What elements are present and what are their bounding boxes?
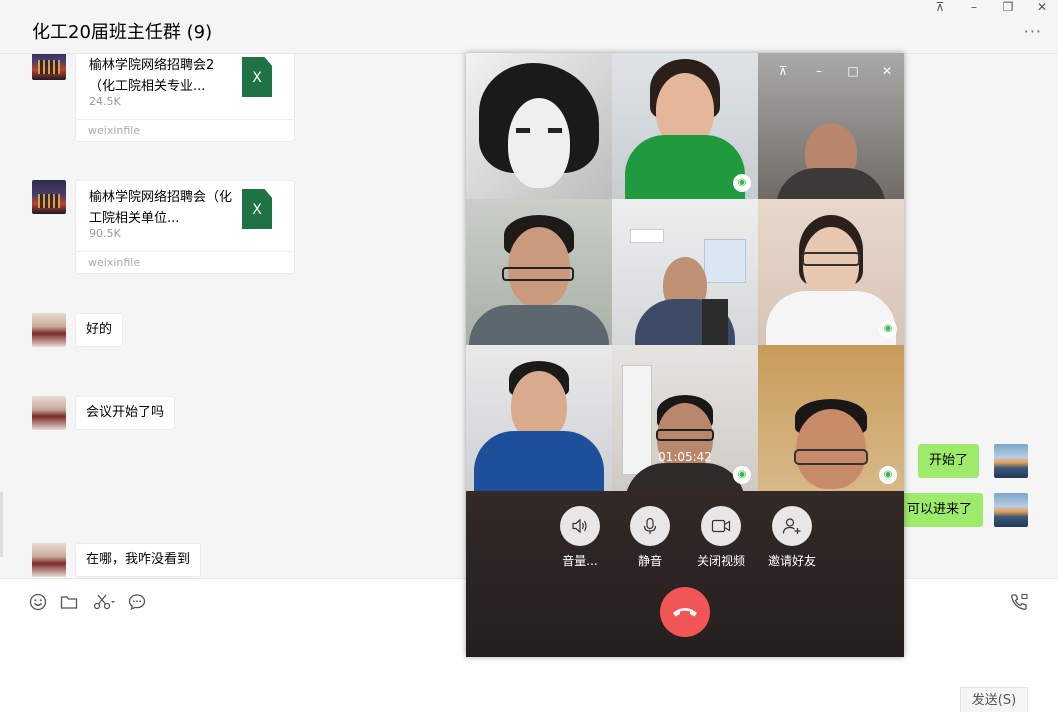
speaker-icon: [560, 506, 600, 546]
avatar[interactable]: [32, 543, 66, 577]
chat-header: 化工20届班主任群 (9) ⊼ – ❐ ✕ ···: [0, 0, 1058, 54]
folder-icon[interactable]: [59, 593, 79, 613]
pin-icon[interactable]: ⊼: [772, 64, 794, 78]
camera-off-button[interactable]: 关闭视频: [691, 506, 751, 569]
self-avatar[interactable]: [994, 493, 1028, 527]
speaking-indicator-icon: ◉: [879, 466, 897, 484]
volume-button[interactable]: 音量...: [550, 506, 610, 569]
emoji-icon[interactable]: [28, 593, 48, 613]
text-message[interactable]: 在哪，我咋没看到: [75, 543, 202, 577]
avatar[interactable]: [32, 54, 66, 80]
participant-video[interactable]: ◉: [612, 53, 758, 199]
avatar[interactable]: [32, 180, 66, 214]
file-message[interactable]: 榆林学院网络招聘会2（化工院相关专业... 24.5K X weixinfile: [75, 54, 295, 142]
file-name: 榆林学院网络招聘会（化工院相关单位...: [89, 190, 233, 226]
close-icon[interactable]: ✕: [1028, 0, 1056, 14]
avatar[interactable]: [32, 313, 66, 347]
file-size: 90.5K: [89, 227, 121, 240]
more-options-icon[interactable]: ···: [1024, 22, 1042, 41]
video-grid: ◉ ⊼ – □ ✕ ◉ ◉ ◉: [466, 53, 904, 491]
maximize-icon[interactable]: □: [842, 64, 864, 78]
participant-video[interactable]: [612, 199, 758, 345]
scrollbar[interactable]: [0, 492, 3, 557]
microphone-icon: [630, 506, 670, 546]
file-size: 24.5K: [89, 95, 121, 108]
volume-label: 音量...: [562, 554, 598, 568]
self-avatar[interactable]: [994, 444, 1028, 478]
avatar[interactable]: [32, 396, 66, 430]
self-text-message[interactable]: 开始了: [918, 444, 980, 478]
participant-video[interactable]: [466, 53, 612, 199]
participant-video[interactable]: ◉: [612, 345, 758, 491]
scissors-icon[interactable]: [92, 593, 118, 613]
mute-button[interactable]: 静音: [620, 506, 680, 569]
video-call-window[interactable]: ◉ ⊼ – □ ✕ ◉ ◉ ◉ 01:05:42 音量... 静音 关闭视频 邀…: [466, 53, 904, 657]
text-message[interactable]: 会议开始了吗: [75, 396, 176, 430]
hang-up-icon: [673, 608, 697, 617]
participant-video[interactable]: [466, 199, 612, 345]
chat-history-icon[interactable]: [127, 593, 147, 613]
invite-button[interactable]: 邀请好友: [762, 506, 822, 569]
invite-label: 邀请好友: [767, 554, 816, 568]
excel-file-icon: X: [242, 189, 272, 229]
participant-video[interactable]: [466, 345, 612, 491]
hang-up-button[interactable]: [660, 587, 710, 637]
restore-icon[interactable]: ❐: [994, 0, 1022, 14]
file-message[interactable]: 榆林学院网络招聘会（化工院相关单位... 90.5K X weixinfile: [75, 180, 295, 274]
mute-label: 静音: [637, 554, 662, 568]
close-icon[interactable]: ✕: [876, 64, 898, 78]
excel-file-icon: X: [242, 57, 272, 97]
participant-video[interactable]: ⊼ – □ ✕: [758, 53, 904, 199]
camera-off-label: 关闭视频: [696, 554, 745, 568]
text-message[interactable]: 好的: [75, 313, 124, 347]
self-text-message[interactable]: 可以进来了: [896, 493, 984, 527]
minimize-icon[interactable]: –: [960, 0, 988, 14]
speaking-indicator-icon: ◉: [733, 466, 751, 484]
speaking-indicator-icon: ◉: [879, 320, 897, 338]
file-name: 榆林学院网络招聘会2（化工院相关专业...: [89, 58, 215, 94]
camera-icon: [701, 506, 741, 546]
add-user-icon: [772, 506, 812, 546]
call-timer: 01:05:42: [658, 450, 712, 464]
call-icon[interactable]: [1010, 593, 1030, 613]
minimize-icon[interactable]: –: [808, 64, 830, 78]
speaking-indicator-icon: ◉: [733, 174, 751, 192]
file-source: weixinfile: [76, 119, 294, 141]
send-button[interactable]: 发送(S): [960, 687, 1028, 712]
participant-video[interactable]: ◉: [758, 199, 904, 345]
file-source: weixinfile: [76, 251, 294, 273]
pin-icon[interactable]: ⊼: [926, 0, 954, 14]
participant-video[interactable]: ◉: [758, 345, 904, 491]
chat-title: 化工20届班主任群 (9): [32, 22, 213, 43]
